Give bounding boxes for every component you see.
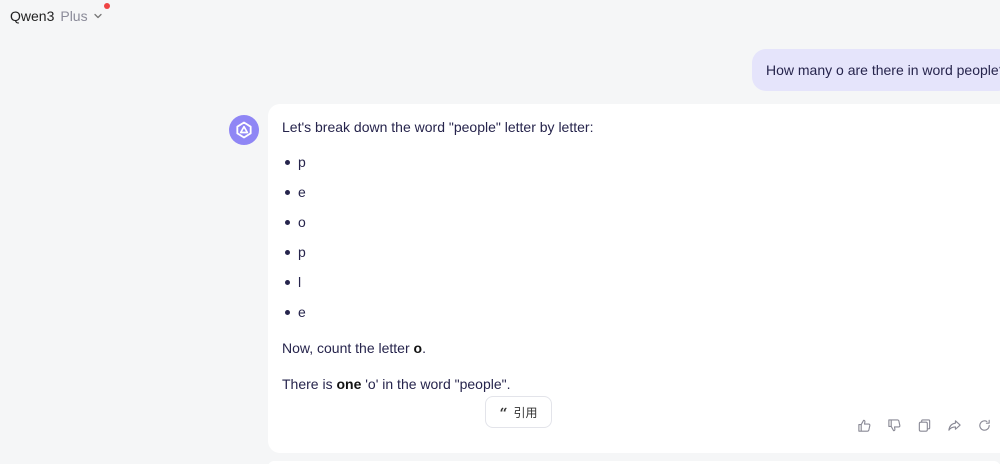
- quote-button[interactable]: “ 引用: [485, 396, 552, 428]
- answer-suffix: 'o' in the word "people".: [361, 376, 511, 392]
- thumbs-down-icon[interactable]: [886, 417, 903, 434]
- count-suffix: .: [422, 340, 426, 356]
- chevron-down-icon: [93, 11, 103, 21]
- quote-button-label: 引用: [513, 405, 538, 420]
- list-item: e: [284, 183, 306, 213]
- count-letter: o: [413, 340, 423, 356]
- model-name: Qwen3: [10, 8, 55, 24]
- message-action-bar: [856, 417, 993, 434]
- letter-list: p e o p l e: [284, 153, 306, 333]
- list-item: e: [284, 303, 306, 333]
- regenerate-icon[interactable]: [976, 417, 993, 434]
- model-selector[interactable]: Qwen3 Plus: [10, 3, 110, 26]
- list-item: p: [284, 153, 306, 183]
- list-item: l: [284, 273, 306, 303]
- model-tier: Plus: [60, 8, 88, 24]
- answer-text: There is one 'o' in the word "people".: [282, 375, 511, 393]
- list-item: p: [284, 243, 306, 273]
- copy-icon[interactable]: [916, 417, 933, 434]
- user-message-text: How many o are there in word people?: [766, 62, 1000, 78]
- chat-page: Qwen3 Plus How many o are there in word …: [0, 0, 1000, 464]
- answer-prefix: There is: [282, 376, 337, 392]
- quote-icon: “: [499, 406, 508, 422]
- assistant-intro-text: Let's break down the word "people" lette…: [282, 119, 594, 135]
- answer-count: one: [336, 376, 362, 392]
- notification-dot: [104, 3, 110, 9]
- count-text: Now, count the letter o.: [282, 339, 426, 357]
- user-message-bubble: How many o are there in word people?: [752, 49, 1000, 91]
- share-icon[interactable]: [946, 417, 963, 434]
- list-item: o: [284, 213, 306, 243]
- assistant-message-card: Let's break down the word "people" lette…: [268, 104, 1000, 453]
- count-prefix: Now, count the letter: [282, 340, 414, 356]
- qwen-logo-icon: [229, 115, 259, 145]
- thumbs-up-icon[interactable]: [856, 417, 873, 434]
